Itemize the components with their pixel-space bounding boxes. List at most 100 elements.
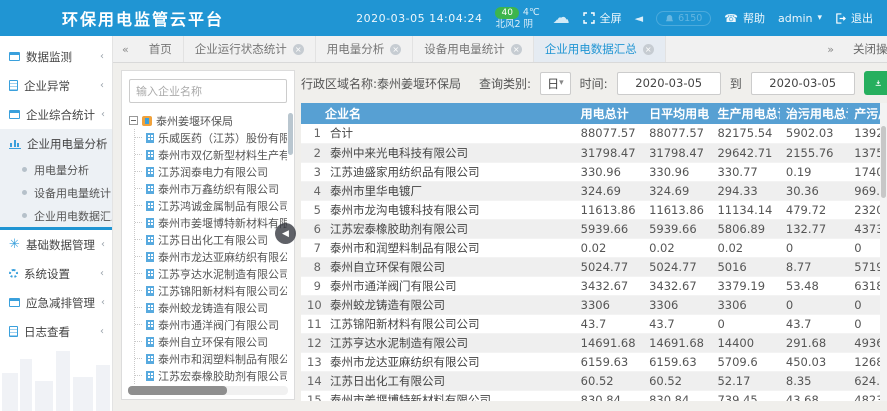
- table-row: 9泰州市通洋阀门有限公司3432.673432.673379.1953.4863…: [301, 276, 887, 295]
- value-cell: 3432.67: [643, 276, 711, 295]
- tree-company-node[interactable]: 江苏润泰电力有限公司: [135, 163, 287, 180]
- company-name-cell: 3江苏迪盛家用纺织品有限公司: [301, 162, 575, 181]
- tab[interactable]: 用电量分析×: [316, 36, 414, 62]
- tab[interactable]: 首页: [138, 36, 184, 62]
- row-number: 10: [307, 298, 321, 312]
- tree-company-node[interactable]: 江苏亨达水泥制造有限公司: [135, 265, 287, 282]
- mute-speaker-icon[interactable]: ◄: [635, 12, 643, 25]
- date-from-input[interactable]: [617, 72, 721, 95]
- value-cell: 31798.47: [575, 143, 643, 162]
- tree-company-node[interactable]: 泰州自立环保有限公司: [135, 333, 287, 350]
- value-cell: 8.77: [780, 257, 848, 276]
- sidebar-item[interactable]: 企业异常‹: [0, 71, 112, 100]
- tree-company-node[interactable]: 泰州市和润塑料制品有限公司: [135, 350, 287, 367]
- sidebar-item[interactable]: 基础数据管理‹: [0, 230, 112, 259]
- value-cell: 14400: [711, 333, 779, 352]
- value-cell: 5806.89: [711, 219, 779, 238]
- tab[interactable]: 设备用电量统计×: [413, 36, 534, 62]
- tree-company-node[interactable]: 泰州市通洋阀门有限公司: [135, 316, 287, 333]
- value-cell: 11613.86: [575, 200, 643, 219]
- value-cell: 14691.68: [643, 333, 711, 352]
- tree-company-label: 江苏锦阳新材料有限公司公司: [158, 283, 287, 299]
- tree-company-node[interactable]: 泰州市双亿新型材料生产有限公司: [135, 146, 287, 163]
- bullet-icon: [22, 213, 27, 218]
- chevron-left-icon: ‹: [101, 109, 105, 120]
- sidebar-group: 基础数据管理‹: [0, 230, 112, 259]
- building-icon: [146, 150, 154, 160]
- sidebar-item[interactable]: 企业综合统计‹: [0, 100, 112, 129]
- company-search-input[interactable]: [129, 79, 287, 103]
- building-icon: [146, 269, 154, 279]
- sidebar-subitem[interactable]: 用电量分析: [0, 158, 112, 181]
- tab-close-icon[interactable]: ×: [293, 44, 304, 55]
- building-icon: [146, 337, 154, 347]
- tree-company-node[interactable]: 江苏日出化工有限公司: [135, 231, 287, 248]
- tree-company-node[interactable]: 乐威医药（江苏）股份有限公司: [135, 129, 287, 146]
- tab-scroll-right-icon[interactable]: »: [818, 43, 843, 56]
- sidebar-item[interactable]: 数据监测‹: [0, 42, 112, 71]
- sidebar-item[interactable]: 企业用电量分析∨: [0, 129, 112, 158]
- help-button[interactable]: ☎ 帮助: [724, 10, 765, 26]
- tab-close-icon[interactable]: ×: [643, 44, 654, 55]
- tree-company-label: 泰州市通洋阀门有限公司: [158, 317, 279, 333]
- sidebar-item-label: 基础数据管理: [26, 237, 95, 253]
- tree-company-label: 泰州市万鑫纺织有限公司: [158, 181, 279, 197]
- value-cell: 0.19: [780, 162, 848, 181]
- company-name-cell: 5泰州市龙沟电镀科技有限公司: [301, 200, 575, 219]
- sidebar-group: 日志查看‹: [0, 317, 112, 346]
- tree-company-node[interactable]: 江苏锦阳新材料有限公司公司: [135, 282, 287, 299]
- calendar-icon: [9, 52, 20, 61]
- table-vertical-scrollbar[interactable]: [880, 103, 887, 401]
- value-cell: 30.36: [780, 181, 848, 200]
- sidebar-item[interactable]: 日志查看‹: [0, 317, 112, 346]
- close-operations-menu[interactable]: 关闭操作: [853, 41, 887, 57]
- sidebar-watermark: [0, 339, 113, 411]
- building-icon: [146, 371, 154, 381]
- sidebar-item[interactable]: 系统设置 ‹: [0, 259, 112, 288]
- fullscreen-button[interactable]: 全屏: [583, 10, 622, 26]
- company-name: 泰州自立环保有限公司: [330, 260, 445, 274]
- query-type-select[interactable]: 日 ▾: [540, 72, 571, 95]
- sidebar-subitem-label: 企业用电数据汇总: [34, 208, 113, 224]
- gear-icon: [9, 269, 18, 278]
- company-name: 合计: [330, 126, 353, 140]
- sidebar-item-label: 系统设置: [24, 266, 70, 282]
- tree-company-node[interactable]: 泰州市姜堰博特新材料有限公司: [135, 214, 287, 231]
- tree-company-node[interactable]: 泰州市万鑫纺织有限公司: [135, 180, 287, 197]
- value-cell: 60.52: [643, 371, 711, 390]
- row-number: 11: [307, 317, 321, 331]
- date-to-input[interactable]: [751, 72, 855, 95]
- tree-company-node[interactable]: 泰州市龙达亚麻纺织有限公司: [135, 248, 287, 265]
- tab-close-icon[interactable]: ×: [390, 44, 401, 55]
- logout-button[interactable]: 退出: [835, 10, 873, 26]
- logout-icon: [835, 13, 846, 24]
- export-button[interactable]: 导出: [864, 71, 887, 95]
- table-row: 14江苏日出化工有限公司60.5260.5252.178.35624.79: [301, 371, 887, 390]
- tree-collapse-toggle[interactable]: [129, 116, 138, 125]
- user-menu[interactable]: admin ▾: [778, 12, 822, 25]
- tree-company-node[interactable]: 江苏宏泰橡胶助剂有限公司: [135, 367, 287, 384]
- sidebar-subitem[interactable]: 设备用电量统计: [0, 181, 112, 204]
- panel-collapse-button[interactable]: ◀: [275, 223, 296, 244]
- region-label: 行政区域名称:泰州姜堰环保局: [301, 75, 461, 92]
- tree-company-node[interactable]: 泰州蛟龙铸造有限公司: [135, 299, 287, 316]
- clock: 2020-03-05 14:04:24: [356, 12, 482, 25]
- value-cell: 29642.71: [711, 143, 779, 162]
- sidebar-item[interactable]: 应急减排管理‹: [0, 288, 112, 317]
- tree-root-node[interactable]: 泰州姜堰环保局: [129, 112, 287, 129]
- sidebar-subitem[interactable]: 企业用电数据汇总: [0, 204, 112, 227]
- company-name-cell: 9泰州市通洋阀门有限公司: [301, 276, 575, 295]
- chevron-left-icon: ‹: [100, 268, 104, 279]
- tree-vertical-scrollbar[interactable]: [288, 113, 293, 155]
- tree-company-label: 泰州市龙达亚麻纺织有限公司: [158, 249, 287, 265]
- tab-close-icon[interactable]: ×: [511, 44, 522, 55]
- tab[interactable]: 企业运行状态统计×: [184, 36, 316, 62]
- tab-scroll-left-icon[interactable]: «: [113, 43, 138, 56]
- row-number: 12: [307, 336, 321, 350]
- value-cell: 0: [780, 295, 848, 314]
- tab-active[interactable]: 企业用电数据汇总×: [534, 36, 666, 62]
- tree-company-node[interactable]: 江苏鸿诚金属制品有限公司: [135, 197, 287, 214]
- tree-company-label: 江苏日出化工有限公司: [158, 232, 268, 248]
- alarm-counter[interactable]: 6150: [656, 11, 711, 26]
- tree-horizontal-scrollbar[interactable]: [128, 386, 288, 395]
